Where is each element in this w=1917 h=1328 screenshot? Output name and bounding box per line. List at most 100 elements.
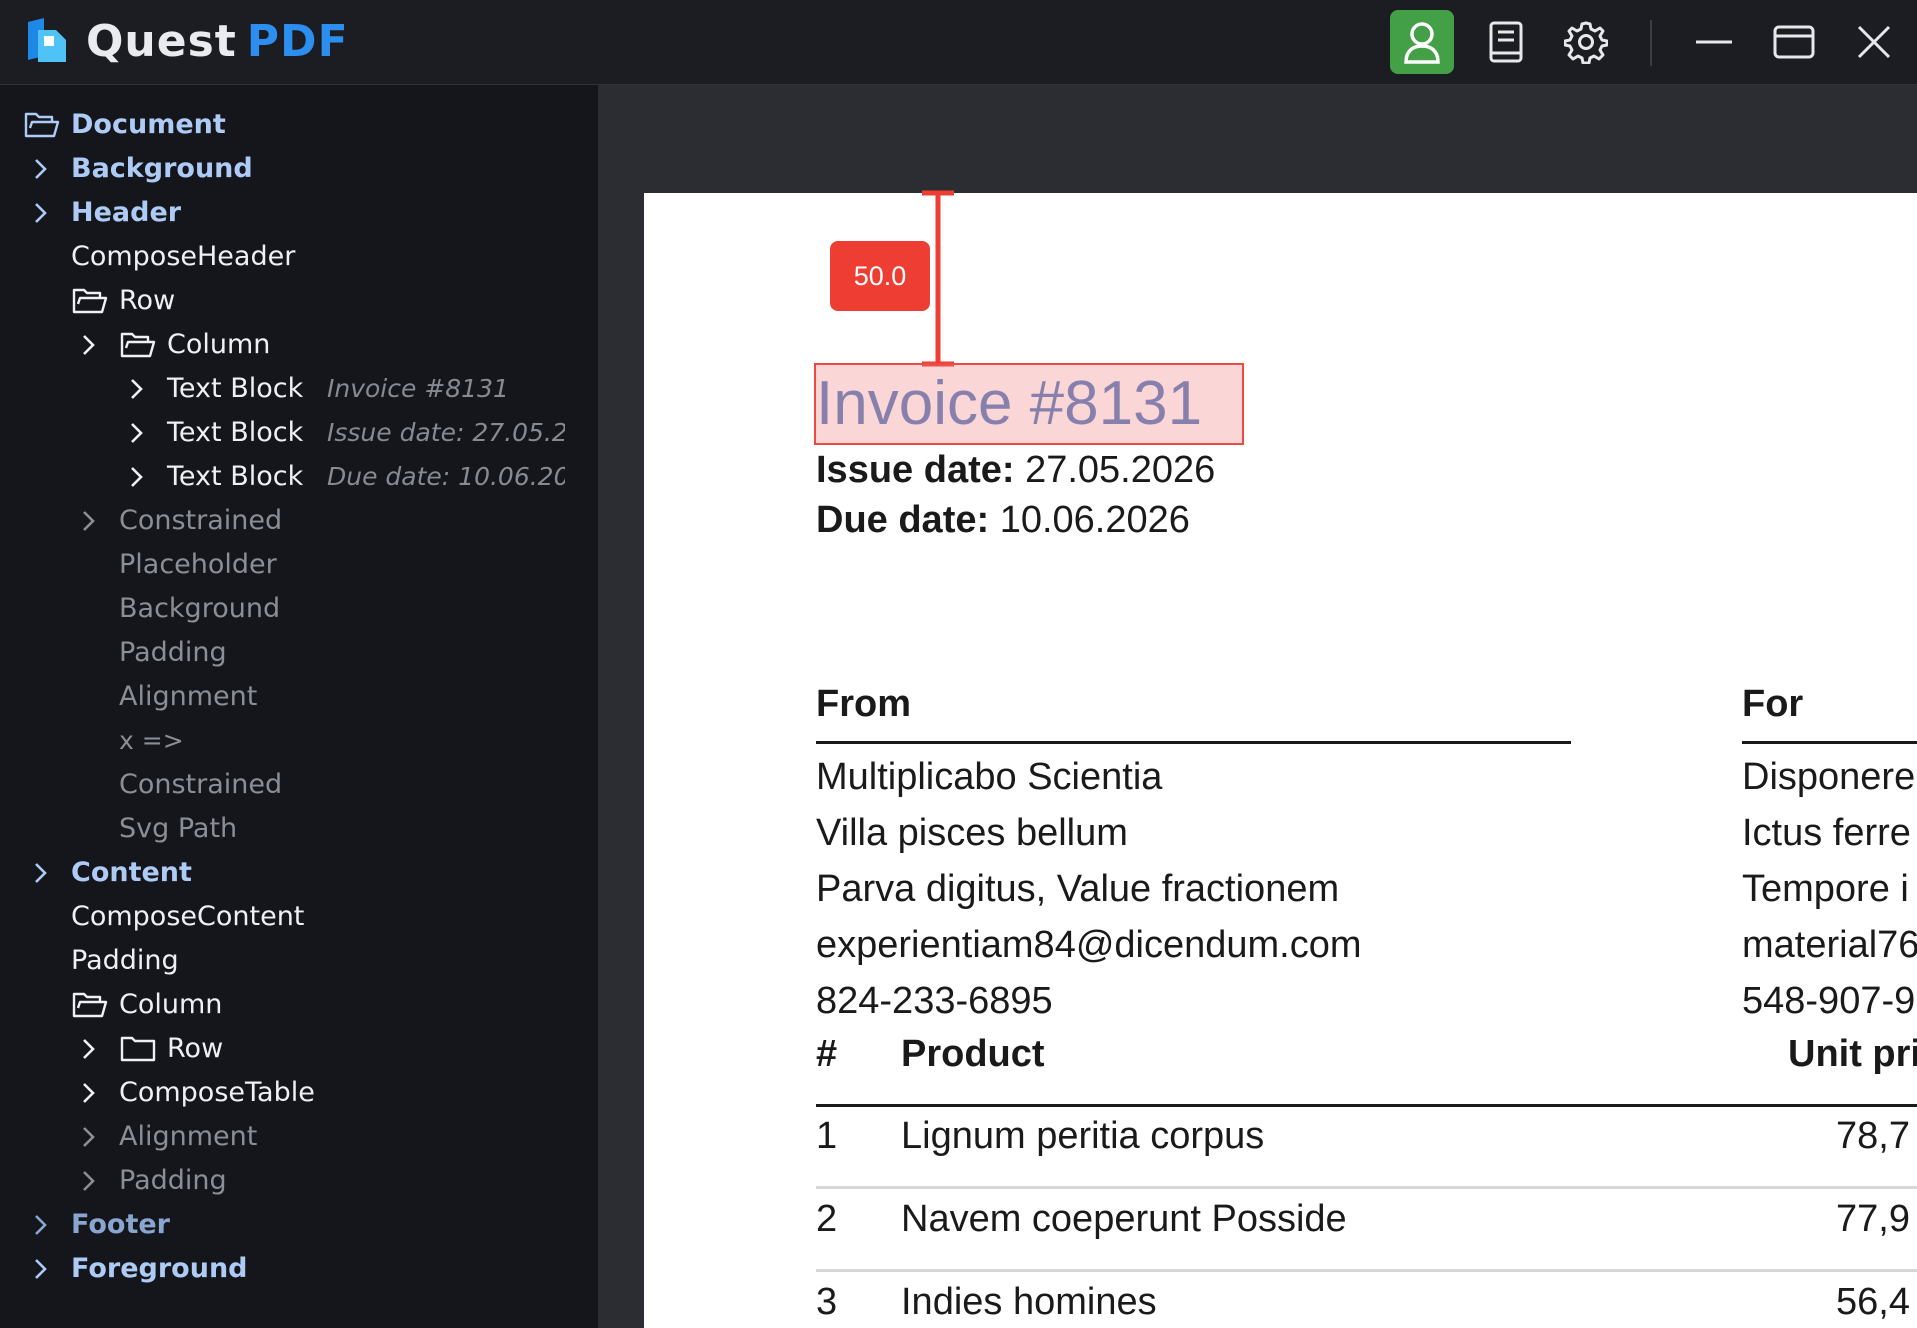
issue-date: Issue date: 27.05.2026 (816, 449, 1215, 492)
table-cell-number: 2 (816, 1198, 838, 1240)
chevron-right-icon (35, 203, 47, 223)
table-header-product: Product (901, 1033, 1045, 1075)
tree-node-label: Padding (119, 637, 227, 668)
for-divider (1742, 741, 1917, 744)
document-viewer[interactable]: Invoice #8131 Issue date: 27.05.2026 Due… (598, 85, 1917, 1328)
tree-node-column[interactable]: Column (0, 325, 598, 365)
tree-node-label: Row (167, 1033, 224, 1064)
tree-node-label: Constrained (119, 505, 283, 536)
tree-node-compose-table[interactable]: ComposeTable (0, 1073, 598, 1113)
spacing-value-badge: 50.0 (830, 241, 930, 311)
tree-node-label: Foreground (71, 1253, 248, 1284)
chevron-right-icon (35, 1259, 47, 1279)
tree-node-alignment-2[interactable]: Alignment (0, 1117, 598, 1157)
element-tree-panel: Document Background Header ComposeHeader… (0, 85, 598, 1328)
folder-open-icon (72, 992, 108, 1018)
close-button[interactable] (1842, 10, 1906, 74)
tree-node-label: Alignment (119, 1121, 258, 1152)
tree-node-row-2[interactable]: Row (0, 1029, 598, 1069)
tree-node-row[interactable]: Row (0, 281, 598, 321)
tree-node-hint: Invoice #8131 (327, 374, 509, 403)
table-cell-price: 56,4 (1836, 1281, 1910, 1323)
tree-node-document[interactable]: Document (0, 105, 598, 145)
tree-node-constrained-2[interactable]: Constrained (0, 765, 598, 805)
table-header-unit-price: Unit pri (1788, 1033, 1917, 1075)
app-brand: Quest PDF (86, 14, 349, 70)
tree-node-alignment[interactable]: Alignment (0, 677, 598, 717)
tree-node-compose-content[interactable]: ComposeContent (0, 897, 598, 937)
table-cell-number: 1 (816, 1115, 838, 1157)
for-address: Disponere Ictus ferre Tempore i material… (1742, 749, 1917, 1029)
documentation-button[interactable] (1474, 10, 1538, 74)
tree-node-padding-3[interactable]: Padding (0, 1161, 598, 1201)
address-line: Tempore i (1742, 868, 1909, 910)
tree-node-label: ComposeTable (119, 1077, 315, 1108)
table-cell-number: 3 (816, 1281, 838, 1323)
tree-node-label: Footer (71, 1209, 170, 1240)
titlebar-separator (1650, 20, 1652, 66)
chevron-right-icon (83, 335, 95, 355)
user-button[interactable] (1390, 10, 1454, 74)
tree-node-background[interactable]: Background (0, 149, 598, 189)
due-date-label: Due date: (816, 499, 990, 541)
tree-node-compose-header[interactable]: ComposeHeader (0, 237, 598, 277)
tree-node-padding[interactable]: Padding (0, 633, 598, 673)
selected-element-highlight (814, 363, 1244, 445)
brand-primary: Quest (86, 16, 237, 67)
address-line: Multiplicabo Scientia (816, 756, 1163, 798)
tree-node-placeholder[interactable]: Placeholder (0, 545, 598, 585)
chevron-right-icon (83, 1039, 95, 1059)
tree-node-foreground[interactable]: Foreground (0, 1249, 598, 1289)
user-icon (1404, 22, 1440, 64)
tree-node-svg-path[interactable]: Svg Path (0, 809, 598, 849)
tree-node-padding-2[interactable]: Padding (0, 941, 598, 981)
from-heading: From (816, 683, 911, 725)
table-row-divider (816, 1186, 1917, 1189)
tree-node-text-block[interactable]: Text Block Due date: 10.06.202 (0, 457, 598, 497)
tree-node-column-2[interactable]: Column (0, 985, 598, 1025)
tree-node-label: x => (119, 726, 184, 755)
table-cell-product: Indies homines (901, 1281, 1157, 1323)
maximize-button[interactable] (1762, 10, 1826, 74)
tree-node-label: Constrained (119, 769, 283, 800)
folder-open-icon (72, 288, 108, 314)
table-row-divider (816, 1269, 1917, 1272)
tree-node-content[interactable]: Content (0, 853, 598, 893)
address-line: 824-233-6895 (816, 980, 1053, 1022)
tree-node-label: Alignment (119, 681, 258, 712)
folder-open-icon (120, 332, 156, 358)
tree-node-lambda[interactable]: x => (0, 721, 598, 761)
table-cell-price: 77,9 (1836, 1198, 1910, 1240)
tree-node-label: Text Block (167, 373, 304, 404)
chevron-right-icon (131, 423, 143, 443)
minimize-icon (1696, 40, 1732, 44)
close-icon (1857, 25, 1891, 59)
tree-node-label: Svg Path (119, 813, 238, 844)
tree-node-header[interactable]: Header (0, 193, 598, 233)
tree-node-label: ComposeHeader (71, 241, 296, 272)
address-line: Ictus ferre (1742, 812, 1911, 854)
tree-node-label: Padding (119, 1165, 227, 1196)
address-line: experientiam84@dicendum.com (816, 924, 1362, 966)
tree-node-text-block[interactable]: Text Block Invoice #8131 (0, 369, 598, 409)
address-line: 548-907-9 (1742, 980, 1916, 1022)
tree-node-footer[interactable]: Footer (0, 1205, 598, 1245)
book-icon (1489, 21, 1523, 63)
tree-node-constrained[interactable]: Constrained (0, 501, 598, 541)
minimize-button[interactable] (1682, 10, 1746, 74)
chevron-right-icon (131, 379, 143, 399)
tree-node-label: ComposeContent (71, 901, 305, 932)
tree-node-text-block[interactable]: Text Block Issue date: 27.05.20 (0, 413, 598, 453)
chevron-right-icon (35, 1215, 47, 1235)
tree-node-background-2[interactable]: Background (0, 589, 598, 629)
issue-date-label: Issue date: (816, 449, 1015, 491)
settings-button[interactable] (1554, 10, 1618, 74)
questpdf-logo-icon (28, 18, 66, 62)
tree-node-label: Text Block (167, 461, 304, 492)
tree-node-label: Header (71, 197, 182, 228)
folder-closed-icon (120, 1036, 156, 1062)
tree-node-hint: Due date: 10.06.202 (327, 462, 565, 491)
maximize-icon (1773, 25, 1815, 59)
tree-node-label: Column (167, 329, 271, 360)
issue-date-value: 27.05.2026 (1014, 449, 1216, 491)
